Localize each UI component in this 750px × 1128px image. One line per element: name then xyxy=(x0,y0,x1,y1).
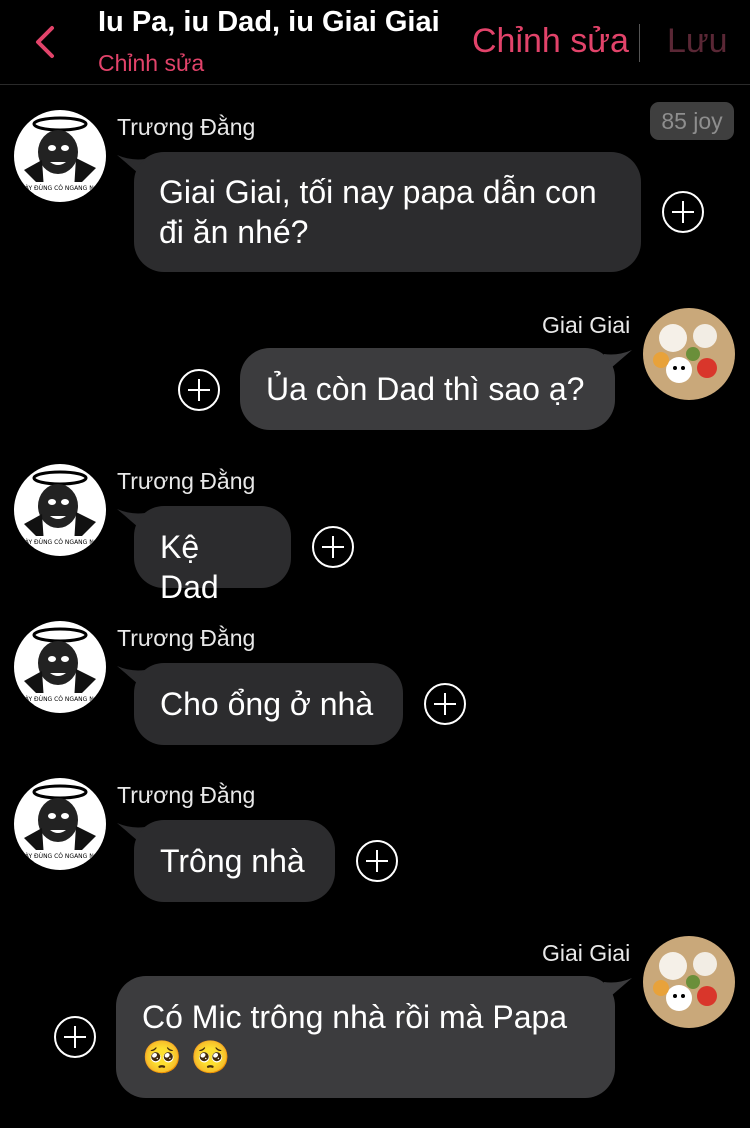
chat-header: Iu Pa, iu Dad, iu Giai Giai Chỉnh sửa Ch… xyxy=(0,0,750,85)
message-bubble[interactable]: Kệ Dad xyxy=(134,506,291,605)
message-bubble[interactable]: Cho ổng ở nhà xyxy=(134,663,403,745)
sender-name: Trương Đằng xyxy=(117,782,256,808)
avatar-caption: MÀY ĐÙNG CÓ NGANG NG xyxy=(20,696,99,703)
save-button[interactable]: Lưu xyxy=(667,22,728,61)
joy-badge: 85 joy xyxy=(650,102,734,140)
avatar-caption: MÀY ĐÙNG CÓ NGANG NG xyxy=(20,539,99,546)
sender-name: Trương Đằng xyxy=(117,468,256,494)
message-text: Kệ Dad xyxy=(160,529,219,605)
message-text: Có Mic trông nhà rồi mà Papa xyxy=(142,999,568,1035)
chat-subtitle[interactable]: Chỉnh sửa xyxy=(98,50,204,77)
add-reaction-icon[interactable] xyxy=(54,1016,96,1058)
avatar-caption: MÀY ĐÙNG CÓ NGANG NG xyxy=(20,853,99,860)
message-bubble[interactable]: Trông nhà xyxy=(134,820,335,902)
header-divider xyxy=(639,24,640,62)
avatar-caption: MÀY ĐÙNG CÓ NGANG NG xyxy=(20,185,99,192)
add-reaction-icon[interactable] xyxy=(662,191,704,233)
message-text: Cho ổng ở nhà xyxy=(160,686,374,722)
avatar-meme[interactable]: MÀY ĐÙNG CÓ NGANG NG xyxy=(14,464,106,556)
avatar-bento[interactable] xyxy=(643,308,735,400)
chat-title: Iu Pa, iu Dad, iu Giai Giai xyxy=(98,6,440,38)
sender-name: Trương Đằng xyxy=(117,625,256,651)
message-text: đi ăn nhé? xyxy=(159,214,309,250)
avatar-bento[interactable] xyxy=(643,936,735,1028)
edit-button[interactable]: Chỉnh sửa xyxy=(472,22,629,61)
back-chevron-icon[interactable] xyxy=(30,22,62,62)
avatar-meme[interactable]: MÀY ĐÙNG CÓ NGANG NG xyxy=(14,778,106,870)
sender-name: Giai Giai xyxy=(542,940,631,966)
message-bubble[interactable]: Giai Giai, tối nay papa dẫn con đi ăn nh… xyxy=(134,152,641,272)
message-text: Trông nhà xyxy=(160,843,305,879)
avatar-meme[interactable]: MÀY ĐÙNG CÓ NGANG NG xyxy=(14,110,106,202)
add-reaction-icon[interactable] xyxy=(178,369,220,411)
add-reaction-icon[interactable] xyxy=(424,683,466,725)
sender-name: Giai Giai xyxy=(542,312,631,338)
message-bubble[interactable]: Có Mic trông nhà rồi mà Papa 🥺 🥺 xyxy=(116,976,615,1098)
message-text: 🥺 🥺 xyxy=(142,1039,231,1075)
message-text: Ủa còn Dad thì sao ạ? xyxy=(266,371,585,407)
avatar-meme[interactable]: MÀY ĐÙNG CÓ NGANG NG xyxy=(14,621,106,713)
message-bubble[interactable]: Ủa còn Dad thì sao ạ? xyxy=(240,348,615,430)
message-text: Giai Giai, tối nay papa dẫn con xyxy=(159,174,597,210)
sender-name: Trương Đằng xyxy=(117,114,256,140)
add-reaction-icon[interactable] xyxy=(356,840,398,882)
add-reaction-icon[interactable] xyxy=(312,526,354,568)
